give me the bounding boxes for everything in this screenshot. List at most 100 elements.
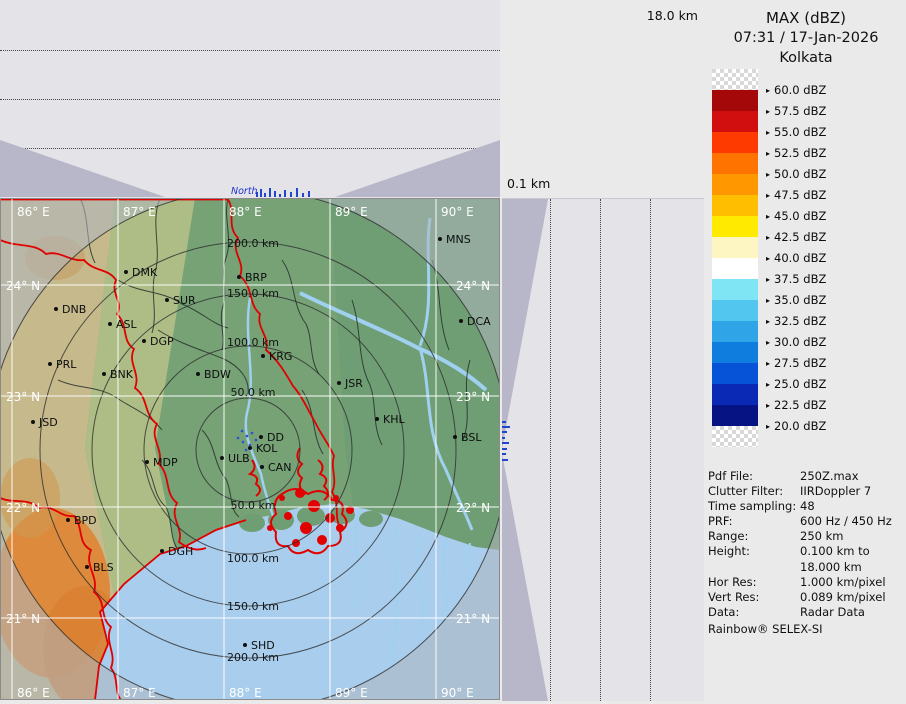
echo-bar — [269, 188, 271, 197]
echo-bar — [284, 190, 286, 197]
range-ring-label: 100.0 km — [227, 336, 279, 349]
town-label-dca: DCA — [467, 315, 491, 328]
legend-checker-top — [712, 69, 758, 90]
arrow-icon: ▸ — [766, 338, 770, 347]
town-label-dgp: DGP — [150, 335, 174, 348]
range-ring-label: 100.0 km — [227, 552, 279, 565]
town-dot-asl — [108, 322, 112, 326]
legend-swatch — [712, 384, 758, 405]
title-block: MAX (dBZ) 07:31 / 17-Jan-2026 Kolkata — [706, 8, 906, 68]
info-panel: MAX (dBZ) 07:31 / 17-Jan-2026 Kolkata ▸6… — [706, 0, 906, 700]
range-ring-label: 50.0 km — [230, 499, 275, 512]
legend-swatch — [712, 279, 758, 300]
metadata-value: 18.000 km — [800, 560, 862, 574]
arrow-icon: ▸ — [766, 191, 770, 200]
legend-swatch — [712, 216, 758, 237]
radar-map: 200.0 km 150.0 km 100.0 km 50.0 km 50.0 km 10… — [0, 198, 500, 700]
metadata-value: 250 km — [800, 529, 843, 543]
town-label-bdw: BDW — [204, 368, 231, 381]
metadata-key: Vert Res: — [708, 590, 800, 605]
longitude-label-bottom: 89° E — [335, 686, 368, 700]
arrow-icon: ▸ — [766, 275, 770, 284]
metadata-row: Time sampling:48 — [708, 499, 904, 514]
town-label-bsl: BSL — [461, 431, 482, 444]
latitude-label-right: 22° N — [456, 501, 490, 515]
town-dot-bnk — [102, 372, 106, 376]
town-dot-kol — [248, 446, 252, 450]
arrow-icon: ▸ — [766, 401, 770, 410]
legend-threshold-label: ▸27.5 dBZ — [766, 356, 826, 370]
longitude-label-bottom: 87° E — [123, 686, 156, 700]
town-dot-bls — [85, 565, 89, 569]
town-label-can: CAN — [268, 461, 291, 474]
metadata-value: IIRDoppler 7 — [800, 484, 871, 498]
town-dot-dgp — [142, 339, 146, 343]
echo-bar — [296, 188, 298, 197]
latitude-label-right: 23° N — [456, 390, 490, 404]
echo-bar — [302, 193, 304, 197]
metadata-key: Pdf File: — [708, 469, 800, 484]
beam-coverage-wedges — [0, 0, 500, 198]
town-dot-dgh — [160, 549, 164, 553]
range-ring-label: 200.0 km — [227, 237, 279, 250]
latitude-label-right: 24° N — [456, 279, 490, 293]
town-dot-jsr — [337, 381, 341, 385]
arrow-icon: ▸ — [766, 86, 770, 95]
legend-swatch — [712, 195, 758, 216]
town-dot-bsl — [453, 435, 457, 439]
town-dot-shd — [243, 643, 247, 647]
metadata-key: Height: — [708, 544, 800, 559]
range-ring-label: 200.0 km — [227, 651, 279, 664]
product-datetime: 07:31 / 17-Jan-2026 — [706, 28, 906, 48]
legend-swatch — [712, 132, 758, 153]
longitude-label-bottom: 88° E — [229, 686, 262, 700]
range-ring-label: 50.0 km — [230, 386, 275, 399]
arrow-icon: ▸ — [766, 212, 770, 221]
legend-threshold-label: ▸32.5 dBZ — [766, 314, 826, 328]
arrow-icon: ▸ — [766, 254, 770, 263]
arrow-icon: ▸ — [766, 170, 770, 179]
metadata-value: 48 — [800, 499, 815, 513]
legend-swatch — [712, 153, 758, 174]
metadata-row: Clutter Filter:IIRDoppler 7 — [708, 484, 904, 499]
arrow-icon: ▸ — [766, 422, 770, 431]
legend-swatch — [712, 363, 758, 384]
legend-checker-bottom — [712, 426, 758, 447]
legend-swatch — [712, 237, 758, 258]
latitude-label-left: 24° N — [6, 279, 40, 293]
longitude-label-top: 89° E — [335, 205, 368, 219]
cross-section-north-panel — [0, 0, 500, 198]
arrow-icon: ▸ — [766, 233, 770, 242]
metadata-value: 0.100 km to — [800, 544, 870, 558]
town-label-bls: BLS — [93, 561, 114, 574]
echo-bar — [308, 191, 310, 197]
metadata-row: 18.000 km — [708, 560, 904, 575]
longitude-label-top: 87° E — [123, 205, 156, 219]
town-label-asl: ASL — [116, 318, 138, 331]
echo-bar — [264, 193, 266, 197]
town-dot-dnb — [54, 307, 58, 311]
latitude-label-right: 21° N — [456, 612, 490, 626]
metadata-row: PRF:600 Hz / 450 Hz — [708, 514, 904, 529]
legend-threshold-label: ▸37.5 dBZ — [766, 272, 826, 286]
metadata-row: Height:0.100 km to — [708, 544, 904, 559]
town-label-mdp: MDP — [153, 456, 178, 469]
town-dot-jsd — [31, 420, 35, 424]
town-label-sur: SUR — [173, 294, 196, 307]
town-label-mns: MNS — [446, 233, 471, 246]
arrow-icon: ▸ — [766, 107, 770, 116]
height-axis-max-label: 18.0 km — [640, 8, 698, 23]
echo-bar — [502, 426, 510, 428]
legend-threshold-label: ▸45.0 dBZ — [766, 209, 826, 223]
legend-swatch — [712, 258, 758, 279]
legend-swatch — [712, 90, 758, 111]
legend-threshold-label: ▸25.0 dBZ — [766, 377, 826, 391]
beam-coverage-wedges — [502, 199, 704, 701]
arrow-icon: ▸ — [766, 296, 770, 305]
metadata-value: 250Z.max — [800, 469, 859, 483]
town-label-bnk: BNK — [110, 368, 134, 381]
arrow-icon: ▸ — [766, 359, 770, 368]
legend-threshold-label: ▸40.0 dBZ — [766, 251, 826, 265]
range-ring-label: 150.0 km — [227, 600, 279, 613]
town-dot-bdw — [196, 372, 200, 376]
